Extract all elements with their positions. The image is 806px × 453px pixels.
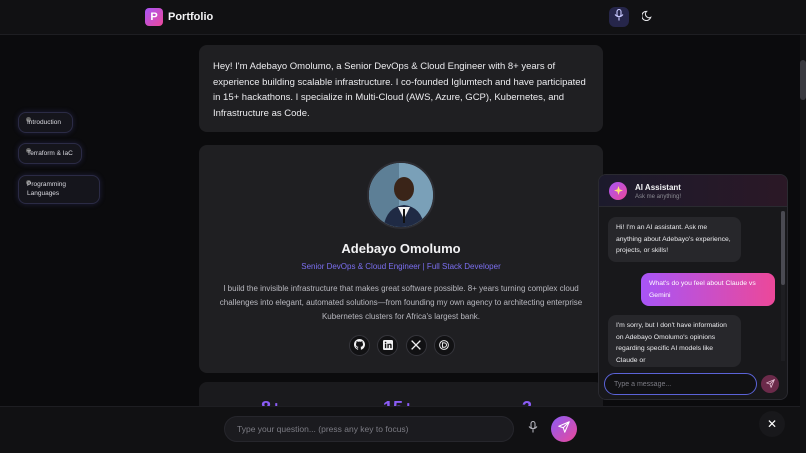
section-nav-terraform[interactable]: Terraform & IaC [18,143,82,164]
close-icon: ✕ [766,417,778,431]
microphone-icon [614,8,624,26]
sparkle-icon [613,182,623,200]
send-question-button[interactable] [551,416,577,442]
github-icon [354,337,365,355]
chat-message-text: I'm sorry, but I don't have information … [616,322,727,364]
chat-scrollbar-thumb[interactable] [781,211,785,285]
section-nav-introduction[interactable]: Introduction [18,112,73,133]
page-scrollbar-thumb[interactable] [800,60,806,100]
section-nav-label: Programming Languages [27,181,67,197]
intro-text: Hey! I'm Adebayo Omolumo, a Senior DevOp… [213,61,586,119]
chat-subtitle: Ask me anything! [635,194,682,200]
chat-message-assistant: Hi! I'm an AI assistant. Ask me anything… [608,217,741,262]
profile-bio: I build the invisible infrastructure tha… [219,284,583,321]
x-icon [411,337,421,355]
chat-assistant-avatar [609,182,627,200]
microphone-icon [528,420,538,438]
profile-name: Adebayo Omolumo [341,241,461,256]
send-icon [765,375,775,393]
top-navbar: P Portfolio [0,0,806,35]
profile-role: Senior DevOps & Cloud Engineer | Full St… [301,262,501,271]
profile-card: Adebayo Omolumo Senior DevOps & Cloud En… [199,145,603,373]
ai-chat-panel: AI Assistant Ask me anything! Hi! I'm an… [598,174,788,400]
chat-header: AI Assistant Ask me anything! [599,175,787,207]
profile-avatar [367,161,435,229]
chat-message-user: What's do you feel about Claude vs Gemin… [641,273,775,306]
chat-message-input[interactable] [604,373,757,395]
chat-title: AI Assistant [635,183,681,192]
github-link[interactable] [349,335,370,356]
chat-message-text: What's do you feel about Claude vs Gemin… [649,280,756,299]
theme-toggle-button[interactable] [637,7,657,27]
section-nav-label: Terraform & IaC [27,150,73,157]
logo-letter: P [150,11,158,23]
x-link[interactable] [405,335,427,356]
chat-message-assistant: I'm sorry, but I don't have information … [608,315,741,367]
devto-icon [439,337,450,355]
voice-mode-button[interactable] [609,7,629,27]
chat-send-button[interactable] [761,375,779,393]
section-nav-label: Introduction [27,119,61,126]
moon-icon [640,8,653,26]
intro-message-card: Hey! I'm Adebayo Omolumo, a Senior DevOp… [199,45,603,132]
question-input[interactable] [224,416,514,442]
section-nav-programming-languages[interactable]: Programming Languages [18,175,100,204]
devto-link[interactable] [433,335,455,356]
close-chat-button[interactable]: ✕ [759,411,785,437]
site-title[interactable]: Portfolio [168,11,213,23]
voice-input-button[interactable] [523,419,543,439]
logo-badge[interactable]: P [145,8,163,26]
send-icon [558,420,570,438]
chat-input-row [599,369,787,399]
linkedin-icon [382,337,393,355]
chat-message-text: Hi! I'm an AI assistant. Ask me anything… [616,224,731,254]
linkedin-link[interactable] [377,335,399,356]
social-links [349,335,455,357]
